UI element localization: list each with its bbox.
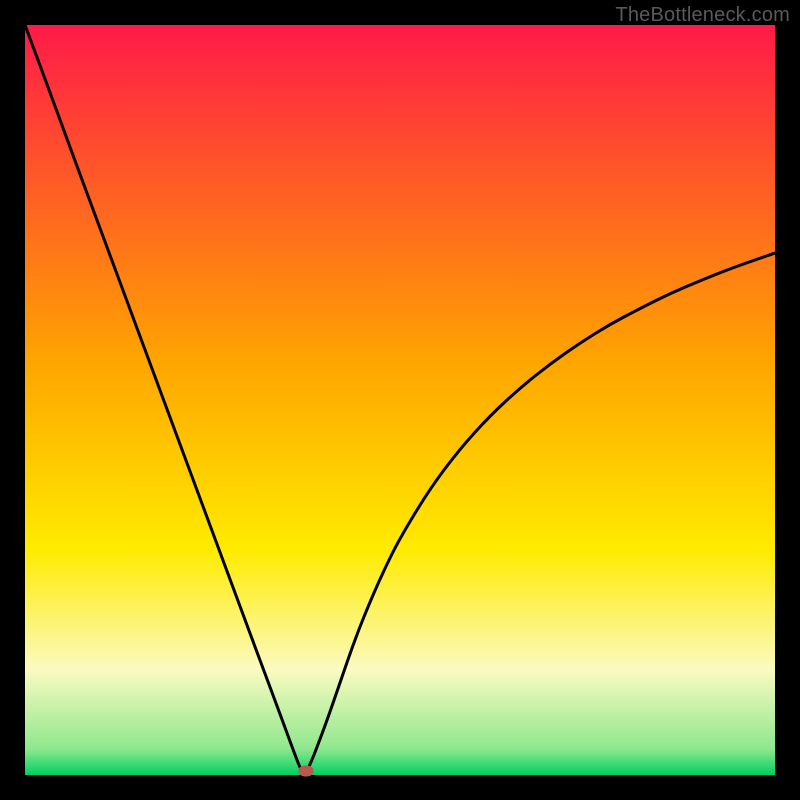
chart-frame xyxy=(25,25,775,775)
watermark-text: TheBottleneck.com xyxy=(615,4,790,27)
gradient-background xyxy=(25,25,775,775)
chart-plot-area xyxy=(25,25,775,775)
minimum-marker xyxy=(299,766,314,777)
